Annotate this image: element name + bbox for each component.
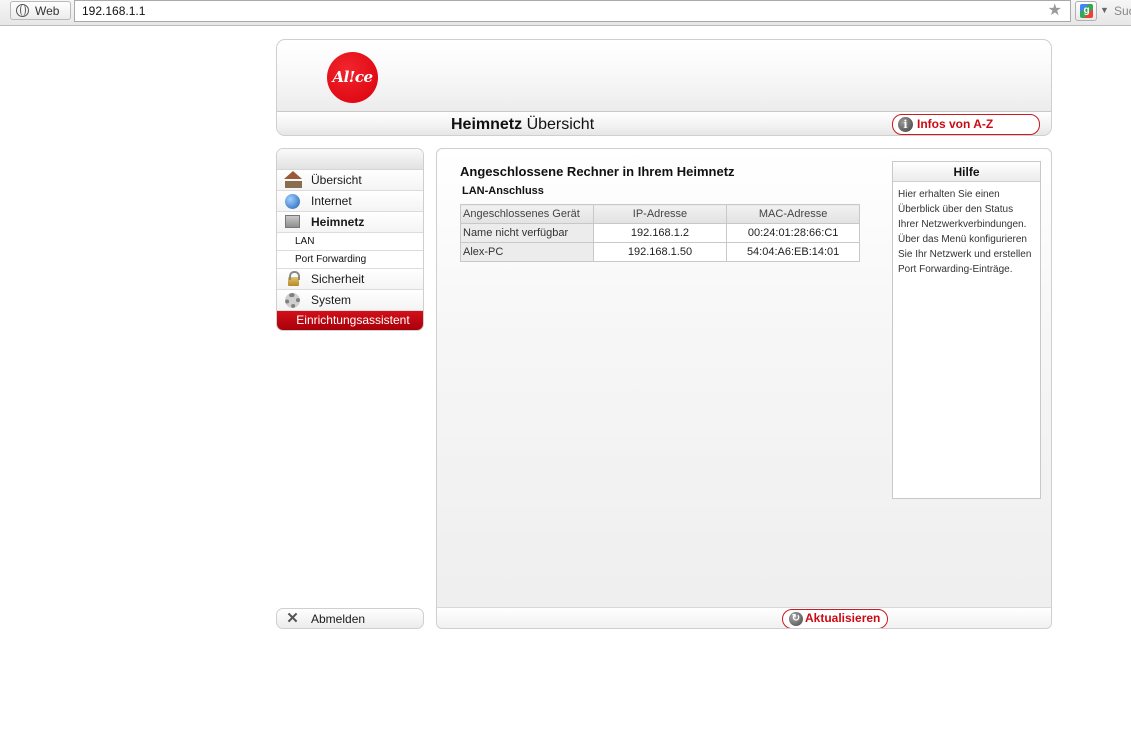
lan-subtitle: LAN-Anschluss <box>462 185 544 197</box>
column-header-device: Angeschlossenes Gerät <box>460 204 594 224</box>
help-text: Hier erhalten Sie einen Überblick über d… <box>898 189 1032 275</box>
sidebar-item-uebersicht[interactable]: Übersicht <box>277 170 423 191</box>
search-input[interactable]: Suc <box>1114 4 1131 18</box>
refresh-label: Aktualisieren <box>805 611 881 625</box>
sidebar-header <box>277 149 423 170</box>
sidebar-item-label: Heimnetz <box>311 215 365 229</box>
bookmark-star-icon[interactable]: ★ <box>1048 2 1062 20</box>
page-title-rest: Übersicht <box>522 116 595 133</box>
mac-address-cell: 00:24:01:28:66:C1 <box>726 223 860 243</box>
url-text: 192.168.1.1 <box>82 4 146 18</box>
sidebar-item-internet[interactable]: Internet <box>277 191 423 212</box>
sidebar-item-label: Sicherheit <box>311 272 365 286</box>
refresh-icon: ↻ <box>789 612 803 626</box>
logout-label: Abmelden <box>311 612 366 626</box>
table-row: Name nicht verfügbar 192.168.1.2 00:24:0… <box>460 223 860 243</box>
ip-address-cell: 192.168.1.2 <box>592 223 728 243</box>
sidebar-subitem-lan[interactable]: LAN <box>277 233 423 251</box>
google-icon: g <box>1080 4 1093 18</box>
alice-logo: Al!ce <box>327 52 378 103</box>
refresh-button[interactable]: ↻ Aktualisieren <box>782 609 888 628</box>
sidebar-item-label: Internet <box>311 194 352 208</box>
infos-a-z-button[interactable]: i Infos von A-Z <box>892 114 1040 135</box>
column-header-ip: IP-Adresse <box>592 204 728 224</box>
globe-icon <box>285 194 300 209</box>
table-row: Alex-PC 192.168.1.50 54:04:A6:EB:14:01 <box>460 242 860 262</box>
browser-toolbar: Web 192.168.1.1 ★ g ▼ Suc <box>0 0 1131 26</box>
section-title: Angeschlossene Rechner in Ihrem Heimnetz <box>460 164 735 179</box>
network-icon <box>285 215 300 228</box>
device-name-cell: Name nicht verfügbar <box>460 223 594 243</box>
router-header: Al!ce Heimnetz Übersicht i Infos von A-Z <box>276 39 1052 136</box>
ip-address-cell: 192.168.1.50 <box>592 242 728 262</box>
site-info-chip[interactable]: Web <box>10 1 71 20</box>
sidebar-item-label: System <box>311 293 352 307</box>
sidebar-item-system[interactable]: System <box>277 290 423 311</box>
setup-wizard-button[interactable]: Einrichtungsassistent <box>277 311 423 330</box>
column-header-mac: MAC-Adresse <box>726 204 860 224</box>
lock-icon <box>288 271 300 286</box>
page-title-bold: Heimnetz <box>451 116 523 133</box>
logout-button[interactable]: ✕ Abmelden <box>276 608 424 629</box>
help-title: Hilfe <box>893 162 1040 182</box>
globe-icon <box>16 4 29 17</box>
chevron-down-icon[interactable]: ▼ <box>1100 5 1109 15</box>
sidebar-item-label: Übersicht <box>311 173 362 187</box>
gear-icon <box>285 293 300 308</box>
search-engine-selector[interactable]: g <box>1075 1 1097 21</box>
infos-a-z-label: Infos von A-Z <box>917 117 994 131</box>
sidebar-item-sicherheit[interactable]: Sicherheit <box>277 269 423 290</box>
sidebar-nav: Übersicht Internet Heimnetz LAN Port For… <box>276 148 424 331</box>
info-icon: i <box>898 117 913 132</box>
site-info-label: Web <box>35 4 60 18</box>
table-header-row: Angeschlossenes Gerät IP-Adresse MAC-Adr… <box>460 204 860 224</box>
page-title: Heimnetz Übersicht <box>451 116 594 134</box>
help-panel: Hilfe Hier erhalten Sie einen Überblick … <box>892 161 1041 499</box>
device-name-cell: Alex-PC <box>460 242 594 262</box>
close-icon: ✕ <box>286 610 299 627</box>
main-footer-bar: ↻ Aktualisieren <box>437 607 1051 628</box>
header-title-bar: Heimnetz Übersicht i Infos von A-Z <box>277 111 1051 135</box>
home-icon <box>284 171 302 188</box>
sidebar-item-heimnetz[interactable]: Heimnetz <box>277 212 423 233</box>
connected-devices-table: Angeschlossenes Gerät IP-Adresse MAC-Adr… <box>460 204 860 262</box>
address-bar[interactable]: 192.168.1.1 ★ <box>74 0 1071 22</box>
main-content: Angeschlossene Rechner in Ihrem Heimnetz… <box>436 148 1052 629</box>
sidebar-subitem-port-forwarding[interactable]: Port Forwarding <box>277 251 423 269</box>
mac-address-cell: 54:04:A6:EB:14:01 <box>726 242 860 262</box>
